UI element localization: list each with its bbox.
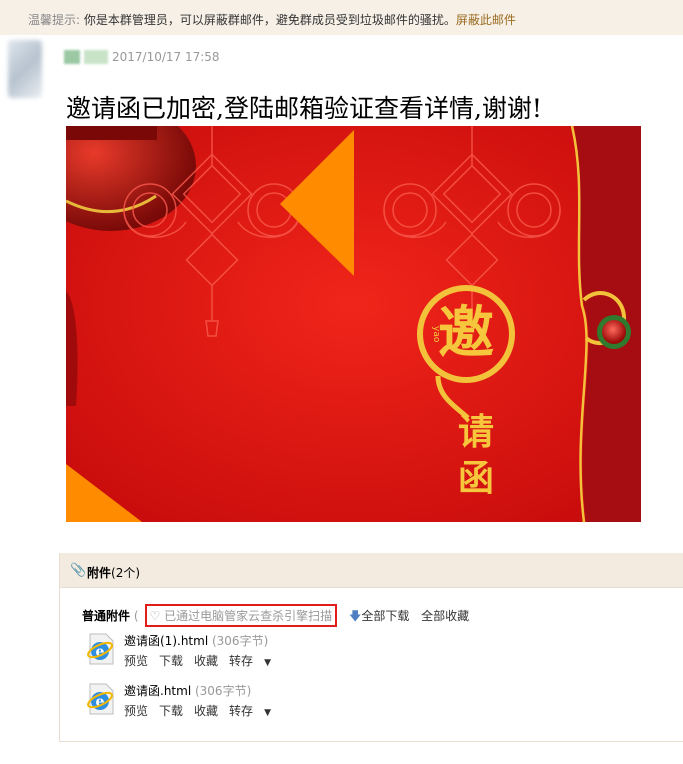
save-to-label: 转存 [229, 654, 254, 668]
tip-bar: 温馨提示: 你是本群管理员，可以屏蔽群邮件，避免群成员受到垃圾邮件的骚扰。屏蔽此… [0, 0, 683, 35]
attachment-size: (306字节) [194, 684, 252, 698]
invitation-card-art: 邀 yao 请 函 [66, 126, 641, 522]
scan-status-text: 已通过电脑管家云查杀引擎扫描 [164, 609, 333, 623]
attachment-filename: 邀请函.html (306字节) [124, 682, 251, 699]
shield-icon: ♡ [149, 609, 161, 623]
invite-char-han: 函 [458, 457, 494, 499]
invitation-card-image: 邀 yao 请 函 [66, 126, 641, 522]
save-to-label: 转存 [229, 704, 254, 718]
collect-button[interactable]: 收藏 [194, 654, 218, 668]
attachment-name-link[interactable]: 邀请函.html [124, 684, 191, 698]
chevron-down-icon: ▼ [264, 708, 271, 718]
attachments-title: 附件(2个) [87, 564, 140, 581]
tip-message: 你是本群管理员，可以屏蔽群邮件，避免群成员受到垃圾邮件的骚扰。 [80, 13, 456, 27]
save-all-button[interactable]: 全部收藏 [421, 609, 469, 623]
preview-button[interactable]: 预览 [124, 704, 148, 718]
tip-label: 温馨提示: [28, 13, 81, 27]
attachment-actions: 预览 下载 收藏 转存 ▼ [124, 652, 293, 669]
download-arrow-icon: 🡇 [348, 609, 362, 623]
scan-paren: ( [133, 609, 139, 623]
download-button[interactable]: 下载 [159, 704, 183, 718]
invite-char-qing: 请 [458, 411, 494, 453]
download-all-button[interactable]: 🡇全部下载 [349, 609, 409, 623]
mail-date: 2017/10/17 17:58 [112, 50, 220, 64]
mail-body-headline: 邀请函已加密,登陆邮箱验证查看详情,谢谢! [66, 94, 542, 123]
red-gem [602, 320, 626, 344]
tip-text: 温馨提示: 你是本群管理员，可以屏蔽群邮件，避免群成员受到垃圾邮件的骚扰。屏蔽此… [28, 11, 516, 28]
attachments-count: (2个) [111, 566, 141, 580]
attachment-actions: 预览 下载 收藏 转存 ▼ [124, 702, 293, 719]
attachments-panel: 📎 附件(2个) 普通附件 ( ♡ 已通过电脑管家云查杀引擎扫描 🡇全部下载 全部… [59, 553, 683, 742]
paperclip-icon: 📎 [70, 563, 87, 578]
scan-status: ♡ 已通过电脑管家云查杀引擎扫描 [144, 604, 338, 627]
yao-pinyin: yao [431, 326, 441, 343]
attachments-header: 📎 附件(2个) [60, 553, 683, 588]
sender-email-blurred [84, 50, 108, 64]
preview-button[interactable]: 预览 [124, 654, 148, 668]
html-file-icon: e [87, 683, 114, 715]
collect-button[interactable]: 收藏 [194, 704, 218, 718]
attachments-toolbar: 普通附件 ( ♡ 已通过电脑管家云查杀引擎扫描 🡇全部下载 全部收藏 [82, 604, 469, 628]
attachment-name-link[interactable]: 邀请函(1).html [124, 634, 208, 648]
avatar[interactable] [8, 40, 42, 98]
sender-name-blurred [64, 50, 80, 64]
save-to-dropdown[interactable]: 转存 ▼ [229, 654, 282, 668]
attachment-size: (306字节) [211, 634, 269, 648]
download-button[interactable]: 下载 [159, 654, 183, 668]
save-to-dropdown[interactable]: 转存 ▼ [229, 704, 282, 718]
attachment-filename: 邀请函(1).html (306字节) [124, 632, 268, 649]
sender-row: 2017/10/17 17:58 [0, 36, 683, 98]
attachments-label: 附件 [87, 566, 112, 580]
normal-attachments-label: 普通附件 [82, 609, 131, 623]
html-file-icon: e [87, 633, 114, 665]
block-mail-link[interactable]: 屏蔽此邮件 [456, 13, 516, 27]
download-all-label: 全部下载 [361, 609, 410, 623]
chevron-down-icon: ▼ [264, 658, 271, 668]
big-invite-char: 邀 [438, 300, 494, 366]
lantern-top [66, 126, 157, 140]
